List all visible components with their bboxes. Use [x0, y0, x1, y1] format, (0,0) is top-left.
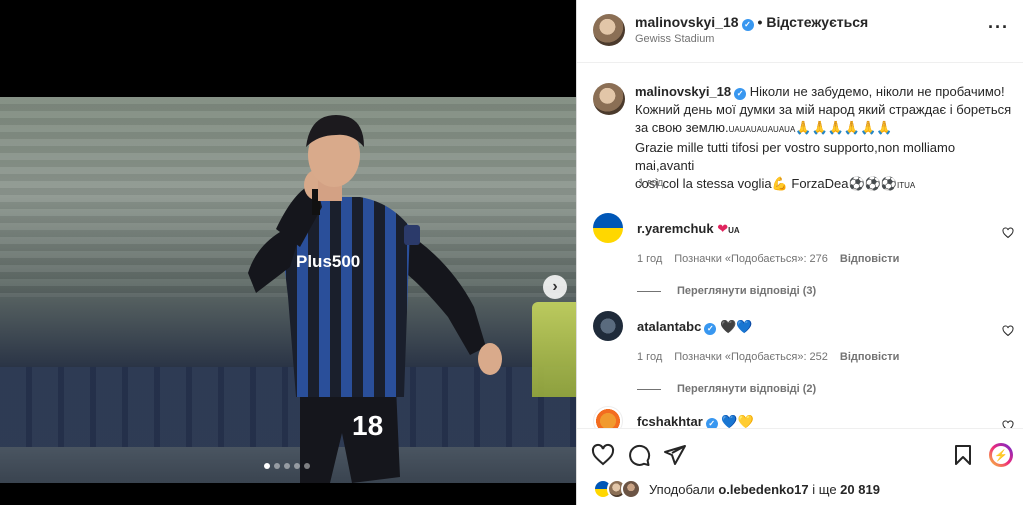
post-photo[interactable]: Plus500 18 ›	[0, 97, 576, 483]
comment-text: atalantabc ✓ 🖤💙	[637, 319, 752, 335]
caption-line: за свою землю.	[635, 120, 729, 135]
carousel-next-button[interactable]: ›	[543, 275, 567, 299]
caption-forzadea: ForzaDea	[787, 176, 849, 191]
caption-ua-text: UAUAUAUAUAUA	[728, 125, 796, 134]
likes-prefix: Уподобали	[649, 481, 715, 497]
bookmark-icon[interactable]	[951, 443, 975, 467]
share-icon[interactable]	[663, 443, 687, 467]
post-header: malinovskyi_18 ✓ • Відстежується Gewiss Sta…	[577, 0, 1023, 63]
username-link[interactable]: malinovskyi_18	[635, 14, 739, 30]
avatar[interactable]	[593, 311, 623, 341]
comment-username[interactable]: fcshakhtar	[637, 414, 703, 428]
view-replies-button[interactable]: Переглянути відповіді (2)	[637, 383, 816, 395]
heart-icon[interactable]	[591, 443, 615, 467]
comment-item: atalantabc ✓ 🖤💙 1 год Позначки «Подобаєтьс…	[577, 311, 1023, 411]
comment-meta: 1 год Позначки «Подобається»: 252 Відповіс…	[637, 351, 911, 363]
comment-likes[interactable]: Позначки «Подобається»: 276	[674, 253, 828, 265]
avatar[interactable]	[593, 213, 623, 243]
caption-itua-text: ITUA	[897, 181, 916, 190]
likes-summary[interactable]: Уподобали o.lebedenko17 і ще 20 819	[593, 478, 880, 500]
comment-meta: 1 год Позначки «Подобається»: 276 Відповіс…	[637, 253, 911, 265]
verified-icon: ✓	[741, 19, 754, 31]
view-replies-button[interactable]: Переглянути відповіді (3)	[637, 285, 816, 297]
comment-time[interactable]: 1 год	[637, 351, 662, 363]
post-side-panel: malinovskyi_18 ✓ • Відстежується Gewiss Sta…	[576, 0, 1023, 505]
heart-icon[interactable]	[1002, 227, 1014, 239]
reply-button[interactable]: Відповісти	[840, 351, 899, 363]
red-heart-emoji: ❤	[717, 221, 729, 236]
comment-ua-text: UA	[728, 226, 740, 235]
pray-emoji: 🙏🙏🙏🙏🙏🙏	[795, 120, 893, 135]
comment-time[interactable]: 1 год	[637, 253, 662, 265]
verified-icon: ✓	[734, 88, 747, 100]
carousel-dots	[264, 463, 310, 469]
likes-count[interactable]: 20 819	[840, 482, 880, 497]
black-heart-emoji: 🖤	[719, 319, 737, 334]
comment-likes[interactable]: Позначки «Подобається»: 252	[674, 351, 828, 363]
carousel-dot	[264, 463, 270, 469]
location-link[interactable]: Gewiss Stadium	[635, 33, 714, 45]
post-actions-bar: ⚡	[577, 428, 1023, 476]
caption-username[interactable]: malinovskyi_18	[635, 84, 731, 99]
view-replies-label: Переглянути відповіді (3)	[677, 285, 817, 297]
carousel-dot	[294, 463, 300, 469]
avatar[interactable]	[593, 14, 625, 46]
carousel-dot	[284, 463, 290, 469]
avatar[interactable]	[593, 406, 623, 428]
boost-inner-icon: ⚡	[992, 446, 1010, 464]
post-caption: malinovskyi_18 ✓ Ніколи не забудемо, ніко…	[635, 83, 1015, 195]
verified-icon: ✓	[705, 418, 718, 428]
comments-list[interactable]: malinovskyi_18 ✓ Ніколи не забудемо, ніко…	[577, 63, 1023, 428]
caption-timestamp[interactable]: 1 год	[638, 177, 663, 189]
chevron-right-icon: ›	[552, 278, 558, 295]
heart-icon[interactable]	[1002, 420, 1014, 428]
jersey-sponsor: Plus500	[296, 252, 360, 271]
replies-divider	[637, 290, 661, 292]
follow-status-button[interactable]: Відстежується	[766, 14, 868, 30]
liker-avatars	[593, 479, 645, 499]
verified-icon: ✓	[704, 323, 717, 335]
boost-icon[interactable]: ⚡	[989, 443, 1013, 467]
comment-username[interactable]: atalantabc	[637, 319, 701, 334]
caption-line: Grazie mille tutti tifosi per vostro sup…	[635, 140, 956, 173]
separator-dot: •	[757, 14, 763, 30]
comment-icon[interactable]	[627, 443, 651, 467]
player-figure: Plus500 18	[248, 115, 502, 483]
ball-emoji: ⚽⚽⚽	[848, 176, 898, 191]
more-icon[interactable]: ···	[988, 18, 1009, 36]
yellow-heart-emoji: 💛	[737, 414, 754, 428]
carousel-dot	[274, 463, 280, 469]
caption-line: Кожний день мої думки за мій народ який …	[635, 102, 1012, 117]
heart-icon[interactable]	[1002, 325, 1014, 337]
carousel-dot	[304, 463, 310, 469]
post-media-area: Plus500 18 ›	[0, 0, 576, 505]
blue-heart-emoji: 💙	[721, 414, 738, 428]
comment-text: fcshakhtar ✓ 💙💛	[637, 414, 754, 428]
view-replies-label: Переглянути відповіді (2)	[677, 383, 817, 395]
comment-item: r.yaremchuk ❤UA 1 год Позначки «Подобаєть…	[577, 213, 1023, 313]
header-username-row: malinovskyi_18 ✓ • Відстежується	[635, 14, 868, 31]
replies-divider	[637, 388, 661, 390]
liker-username[interactable]: o.lebedenko17	[718, 482, 808, 497]
avatar	[621, 479, 641, 499]
comment-item: fcshakhtar ✓ 💙💛	[577, 406, 1023, 428]
comment-username[interactable]: r.yaremchuk	[637, 221, 714, 236]
comment-text: r.yaremchuk ❤UA	[637, 221, 740, 237]
caption-line: Ніколи не забудемо, ніколи не пробачимо!	[749, 84, 1005, 99]
likes-mid: і ще	[812, 481, 837, 497]
reply-button[interactable]: Відповісти	[840, 253, 899, 265]
avatar[interactable]	[593, 83, 625, 115]
muscle-emoji: 💪	[771, 176, 788, 191]
jersey-number: 18	[352, 410, 383, 441]
blue-heart-emoji: 💙	[736, 319, 753, 334]
